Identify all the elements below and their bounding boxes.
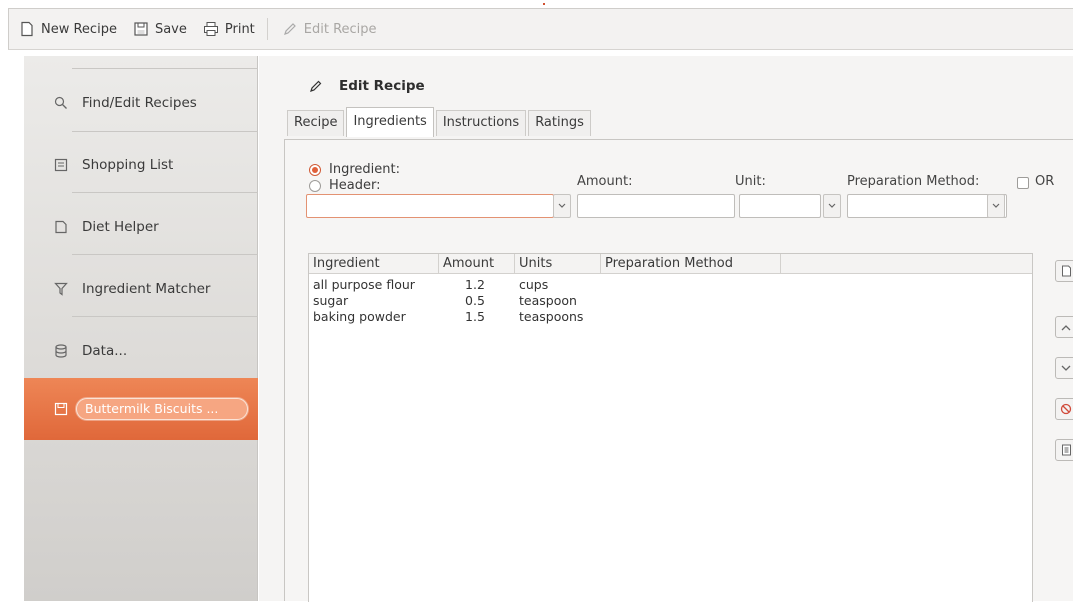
recipe-editor: Edit Recipe Recipe Ingredients Instructi… (259, 56, 1073, 602)
edit-ingredient-button[interactable] (1055, 439, 1073, 461)
sidebar-item-label: Diet Helper (82, 219, 159, 235)
page-icon (52, 218, 70, 236)
sidebar-item-diet-helper[interactable]: Diet Helper (24, 196, 258, 258)
preparation-method-input[interactable] (847, 194, 1007, 218)
main-toolbar: New Recipe Save Print Edit Recipe (8, 8, 1073, 50)
new-document-icon (1061, 265, 1071, 277)
unit-dropdown-button[interactable] (823, 194, 841, 218)
page-title-text: Edit Recipe (339, 78, 425, 94)
preparation-method-label: Preparation Method: (847, 174, 980, 189)
cell-amount: 0.5 (465, 293, 485, 308)
sidebar-divider (72, 192, 258, 193)
sidebar: Find/Edit Recipes Shopping List Diet Hel… (24, 56, 258, 601)
tab-recipe[interactable]: Recipe (287, 110, 345, 136)
radio-unselected-icon (309, 179, 321, 192)
search-icon (52, 94, 70, 112)
window-top-edge (0, 0, 1073, 6)
sidebar-item-label: Data... (82, 343, 128, 359)
table-row[interactable]: baking powder 1.5 teaspoons (309, 308, 1032, 325)
sidebar-item-shopping-list[interactable]: Shopping List (24, 134, 258, 196)
editor-tabs: Recipe Ingredients Instructions Ratings (287, 107, 593, 137)
add-ingredient-button[interactable] (1055, 260, 1073, 282)
or-checkbox[interactable] (1017, 177, 1029, 189)
sidebar-item-label: Find/Edit Recipes (82, 95, 197, 111)
cell-ingredient: sugar (313, 293, 349, 308)
cell-ingredient: all purpose flour (313, 277, 415, 292)
chevron-down-icon (1061, 365, 1071, 371)
top-marker (543, 3, 545, 5)
sidebar-divider (72, 68, 258, 69)
edit-recipe-button[interactable]: Edit Recipe (282, 21, 377, 37)
save-label: Save (154, 21, 187, 37)
sidebar-item-ingredient-matcher[interactable]: Ingredient Matcher (24, 258, 258, 320)
chevron-down-icon (828, 203, 836, 208)
database-icon (52, 342, 70, 360)
print-button[interactable]: Print (203, 21, 255, 37)
cell-ingredient: baking powder (313, 309, 406, 324)
radio-selected-icon (309, 163, 321, 176)
save-button[interactable]: Save (133, 21, 187, 37)
move-up-button[interactable] (1055, 316, 1073, 338)
funnel-icon (52, 280, 70, 298)
ingredients-panel: Ingredient: Header: Amount: Unit: Prepar… (284, 139, 1073, 602)
cell-amount: 1.5 (465, 309, 485, 324)
header-radio[interactable]: Header: (309, 178, 381, 193)
chevron-down-icon (558, 203, 566, 208)
sidebar-item-find-edit-recipes[interactable]: Find/Edit Recipes (24, 72, 258, 134)
move-down-button[interactable] (1055, 357, 1073, 379)
clipboard-icon (1061, 444, 1071, 456)
chevron-down-icon (992, 203, 1000, 208)
page-title: Edit Recipe (309, 78, 425, 94)
printer-icon (203, 22, 218, 36)
cell-units: cups (519, 277, 549, 292)
new-document-icon (21, 21, 33, 37)
new-recipe-label: New Recipe (41, 21, 117, 37)
tab-ratings[interactable]: Ratings (528, 110, 591, 136)
sidebar-item-data[interactable]: Data... (24, 320, 258, 382)
checklist-icon (52, 156, 70, 174)
delete-ingredient-button[interactable] (1055, 398, 1073, 420)
tab-instructions[interactable]: Instructions (435, 110, 527, 136)
ingredients-table: Ingredient Amount Units Preparation Meth… (308, 253, 1033, 602)
recipe-card-icon (52, 400, 70, 418)
unit-label: Unit: (735, 174, 766, 189)
cell-amount: 1.2 (465, 277, 485, 292)
column-header-units[interactable]: Units (515, 254, 601, 274)
table-row[interactable]: sugar 0.5 teaspoon (309, 292, 1032, 309)
unit-input[interactable] (739, 194, 821, 218)
column-header-ingredient[interactable]: Ingredient (309, 254, 439, 274)
tab-ingredients[interactable]: Ingredients (346, 107, 434, 137)
column-header-amount[interactable]: Amount (439, 254, 515, 274)
new-recipe-button[interactable]: New Recipe (19, 21, 117, 37)
ingredient-radio-label: Ingredient: (329, 162, 400, 177)
or-label: OR (1035, 174, 1055, 189)
amount-label: Amount: (577, 174, 633, 189)
toolbar-separator (266, 18, 268, 40)
chevron-up-icon (1061, 324, 1071, 330)
sidebar-item-label: Ingredient Matcher (82, 281, 211, 297)
save-icon (134, 22, 148, 36)
no-entry-icon (1060, 403, 1072, 415)
amount-input[interactable] (577, 194, 735, 218)
cell-units: teaspoon (519, 293, 577, 308)
pencil-icon (310, 80, 322, 92)
pencil-icon (283, 23, 296, 35)
column-header-preparation-method[interactable]: Preparation Method (601, 254, 781, 274)
table-header: Ingredient Amount Units Preparation Meth… (309, 254, 1032, 274)
header-radio-label: Header: (329, 178, 381, 193)
sidebar-divider (72, 316, 258, 317)
table-row[interactable]: all purpose flour 1.2 cups (309, 276, 1032, 293)
sidebar-divider (72, 254, 258, 255)
ingredient-radio[interactable]: Ingredient: (309, 162, 400, 177)
sidebar-item-label: Shopping List (82, 157, 174, 173)
print-label: Print (224, 21, 255, 37)
ingredient-input[interactable] (306, 194, 554, 218)
preparation-method-dropdown-button[interactable] (987, 194, 1005, 218)
sidebar-item-buttermilk-biscuits[interactable]: Buttermilk Biscuits ... (24, 378, 258, 440)
cell-units: teaspoons (519, 309, 584, 324)
ingredient-dropdown-button[interactable] (553, 194, 571, 218)
sidebar-item-label: Buttermilk Biscuits ... (76, 398, 248, 420)
sidebar-divider (72, 131, 258, 132)
edit-recipe-label: Edit Recipe (303, 21, 377, 37)
